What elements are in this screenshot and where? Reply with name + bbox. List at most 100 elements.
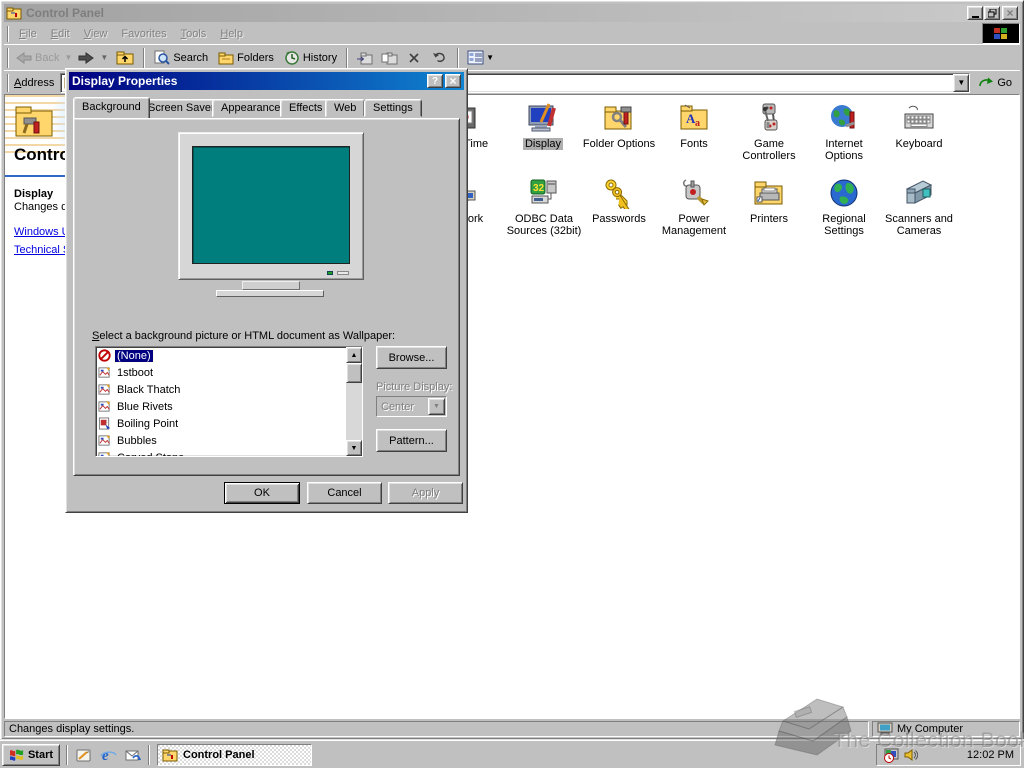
power-management-icon (683, 179, 709, 206)
wallpaper-item[interactable]: Black Thatch (96, 381, 362, 398)
scroll-down-button[interactable]: ▼ (346, 440, 362, 456)
dialog-title: Display Properties (72, 74, 178, 88)
menu-edit[interactable]: Edit (44, 26, 77, 42)
go-arrow-icon (979, 77, 994, 87)
search-button[interactable]: Search (149, 48, 213, 67)
copy-to-button[interactable] (377, 49, 402, 67)
tab-appearance[interactable]: Appearance (212, 99, 290, 117)
wallpaper-list-scrollbar[interactable]: ▲ ▼ (346, 347, 362, 456)
tab-web[interactable]: Web (325, 99, 366, 117)
pattern-button[interactable]: Pattern... (376, 429, 447, 452)
picture-display-label: Picture Display: (376, 381, 453, 393)
cp-icon-fonts[interactable]: Aa Fonts (674, 102, 714, 150)
printers-icon (754, 181, 783, 205)
clock[interactable]: 12:02 PM (967, 749, 1014, 761)
display-settings-tray-icon[interactable] (883, 747, 900, 763)
svg-text:32: 32 (533, 183, 545, 194)
quicklaunch-internet-explorer[interactable]: e (97, 745, 119, 765)
tab-background[interactable]: Background (73, 97, 150, 118)
toolbar-separator (457, 47, 460, 68)
tab-settings[interactable]: Settings (364, 99, 422, 117)
sidebar-selected-item: Display (14, 188, 54, 200)
apply-button[interactable]: Apply (388, 482, 463, 504)
undo-button[interactable] (426, 49, 453, 66)
dialog-tab-strip: Background Screen Saver Appearance Effec… (73, 97, 460, 119)
views-button[interactable]: ▼ (463, 48, 498, 67)
cp-icon-folder-options[interactable]: Folder Options (573, 102, 665, 150)
back-button[interactable]: Back (12, 49, 61, 67)
back-dropdown-chevron[interactable]: ▼ (61, 51, 75, 64)
my-computer-icon (877, 722, 893, 736)
volume-icon[interactable] (904, 748, 918, 762)
ok-button[interactable]: OK (224, 482, 300, 504)
menu-help[interactable]: Help (213, 26, 250, 42)
menu-tools[interactable]: Tools (174, 26, 214, 42)
cp-icon-odbc[interactable]: 32 ODBC Data Sources (32bit) (501, 177, 587, 237)
folders-button[interactable]: Folders (213, 49, 279, 67)
menu-view[interactable]: View (77, 26, 115, 42)
bitmap-icon (98, 400, 111, 412)
scroll-up-button[interactable]: ▲ (346, 347, 362, 363)
html-doc-icon (98, 417, 111, 430)
status-message-panel: Changes display settings. (4, 721, 869, 737)
go-button[interactable]: Go (970, 76, 1020, 89)
tab-screen-saver[interactable]: Screen Saver (139, 99, 224, 117)
cp-icon-scanners-cameras[interactable]: Scanners and Cameras (879, 177, 959, 237)
cp-icon-internet-options[interactable]: Internet Options (814, 102, 874, 162)
minimize-button[interactable] (967, 6, 983, 20)
menu-grip[interactable] (7, 25, 9, 42)
tab-effects[interactable]: Effects (280, 99, 332, 117)
copy-to-icon (381, 52, 398, 64)
wallpaper-item[interactable]: 1stboot (96, 364, 362, 381)
dialog-titlebar[interactable]: Display Properties ? × (69, 72, 464, 90)
internet-explorer-icon: e (99, 748, 117, 763)
history-button[interactable]: History (279, 48, 342, 67)
cp-icon-keyboard[interactable]: Keyboard (889, 102, 949, 150)
delete-button[interactable] (402, 50, 426, 66)
address-grip[interactable] (7, 73, 9, 92)
dialog-close-icon[interactable]: × (445, 74, 461, 88)
background-tab-page: Select a background picture or HTML docu… (73, 118, 460, 476)
wallpaper-item[interactable]: Blue Rivets (96, 398, 362, 415)
help-button[interactable]: ? (427, 74, 443, 88)
move-to-button[interactable] (352, 49, 377, 67)
browse-button[interactable]: Browse... (376, 346, 447, 369)
go-label: Go (997, 76, 1012, 89)
cp-icon-printers[interactable]: Printers (743, 177, 795, 225)
cp-icon-power-management[interactable]: Power Management (654, 177, 734, 237)
toolbar-grip[interactable] (7, 47, 9, 68)
wallpaper-item[interactable]: Boiling Point (96, 415, 362, 432)
wallpaper-item-none[interactable]: (None) (96, 347, 362, 364)
restore-button[interactable] (984, 6, 1000, 20)
show-desktop-icon (76, 749, 91, 761)
status-zone-label: My Computer (897, 723, 964, 735)
forward-dropdown-chevron[interactable]: ▼ (97, 51, 111, 64)
back-label: Back (35, 51, 60, 64)
quicklaunch-outlook-express[interactable] (121, 745, 143, 765)
cp-icon-display[interactable]: Display (513, 102, 573, 150)
scroll-thumb[interactable] (346, 363, 362, 383)
wallpaper-item[interactable]: Carved Stone (96, 449, 362, 456)
combobox-dropdown-icon[interactable]: ▼ (428, 398, 445, 415)
wallpaper-item[interactable]: Bubbles (96, 432, 362, 449)
wallpaper-listbox[interactable]: (None) 1stboot Black Thatch Blue Rivets … (95, 346, 363, 457)
taskbar-task-control-panel[interactable]: Control Panel (157, 744, 312, 766)
close-icon[interactable]: × (1002, 6, 1018, 20)
menu-favorites[interactable]: Favorites (114, 26, 173, 42)
picture-display-combobox[interactable]: Center ▼ (376, 396, 447, 417)
menu-file[interactable]: File (12, 26, 44, 42)
toolbar-separator (143, 47, 146, 68)
forward-button[interactable] (75, 49, 97, 67)
cp-icon-regional-settings[interactable]: Regional Settings (815, 177, 873, 237)
address-dropdown-button[interactable]: ▼ (953, 73, 970, 92)
quicklaunch-show-desktop[interactable] (73, 745, 95, 765)
start-button[interactable]: Start (2, 744, 60, 766)
cancel-button[interactable]: Cancel (307, 482, 382, 504)
up-button[interactable] (111, 48, 139, 67)
start-label: Start (27, 749, 54, 761)
cp-icon-passwords[interactable]: Passwords (583, 177, 655, 225)
monitor-neck (242, 281, 300, 290)
status-zone-panel: My Computer (872, 721, 1020, 737)
cp-icon-game-controllers[interactable]: Game Controllers (736, 102, 802, 162)
windows-logo-throbber (982, 23, 1020, 44)
